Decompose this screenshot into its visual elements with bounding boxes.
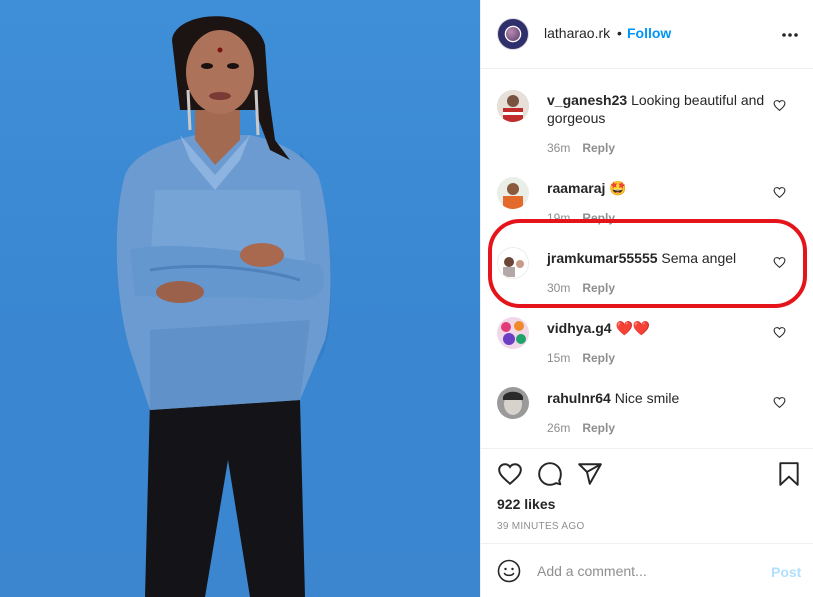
commenter-avatar-image [497, 317, 529, 349]
commenter-avatar[interactable] [497, 317, 529, 349]
likes-count[interactable]: 922 likes [497, 496, 555, 512]
comment-username[interactable]: jramkumar55555 [547, 250, 658, 266]
commenter-avatar-image [497, 177, 529, 209]
comment-body: Sema angel [661, 250, 737, 266]
commenter-avatar[interactable] [497, 177, 529, 209]
comment-input[interactable] [537, 561, 757, 581]
post-timestamp[interactable]: 39 MINUTES AGO [497, 521, 585, 532]
comment-time[interactable]: 26m [547, 421, 570, 435]
reply-button[interactable]: Reply [582, 351, 615, 365]
commenter-avatar-image [497, 387, 529, 419]
comment-meta: 15m Reply [547, 351, 615, 365]
woman-photo-illustration [116, 16, 331, 597]
comment-text-block: rahulnr64 Nice smile [547, 389, 767, 407]
header-separator: • [617, 25, 622, 41]
comment-like-heart-icon[interactable] [773, 396, 786, 409]
reply-button[interactable]: Reply [582, 421, 615, 435]
comment-meta: 26m Reply [547, 421, 615, 435]
reply-button[interactable]: Reply [582, 211, 615, 225]
comment-username[interactable]: raamaraj [547, 180, 605, 196]
comment-body: 🤩 [609, 180, 627, 196]
post-photo[interactable] [0, 0, 480, 597]
comment-text-block: raamaraj 🤩 [547, 179, 767, 197]
comment-meta: 36m Reply [547, 141, 615, 155]
comment-body: ❤️❤️ [615, 320, 651, 336]
comment-body: Nice smile [614, 390, 680, 406]
comment-text-block: v_ganesh23 Looking beautiful and gorgeou… [547, 91, 767, 127]
reply-button[interactable]: Reply [582, 141, 615, 155]
comment-username[interactable]: v_ganesh23 [547, 92, 627, 108]
commenter-avatar[interactable] [497, 387, 529, 419]
emoji-icon[interactable] [497, 559, 521, 583]
more-options-icon[interactable] [781, 26, 799, 44]
comment-like-heart-icon[interactable] [773, 99, 786, 112]
add-comment-bar: Post [481, 543, 813, 597]
comment-like-heart-icon[interactable] [773, 256, 786, 269]
comment-time[interactable]: 36m [547, 141, 570, 155]
comment-username[interactable]: rahulnr64 [547, 390, 611, 406]
author-username[interactable]: latharao.rk [544, 25, 610, 41]
comment-text-block: jramkumar55555 Sema angel [547, 249, 767, 267]
post-actions: 922 likes 39 MINUTES AGO [481, 448, 813, 543]
post-header: latharao.rk • Follow [481, 0, 813, 69]
comments-list[interactable]: v_ganesh23 Looking beautiful and gorgeou… [481, 70, 813, 448]
bookmark-icon[interactable] [776, 461, 802, 487]
comment-icon[interactable] [537, 461, 563, 487]
heart-icon[interactable] [497, 461, 523, 487]
comment-meta: 30m Reply [547, 281, 615, 295]
comment-time[interactable]: 15m [547, 351, 570, 365]
follow-button[interactable]: Follow [627, 25, 671, 41]
reply-button[interactable]: Reply [582, 281, 615, 295]
comment-text-block: vidhya.g4 ❤️❤️ [547, 319, 767, 337]
commenter-avatar-image [497, 90, 529, 122]
share-icon[interactable] [577, 461, 603, 487]
post-side-panel: latharao.rk • Follow v_ganesh23 Looking … [480, 0, 813, 597]
comment-time[interactable]: 30m [547, 281, 570, 295]
commenter-avatar[interactable] [497, 90, 529, 122]
comment-time[interactable]: 19m [547, 211, 570, 225]
post-comment-button[interactable]: Post [771, 564, 801, 580]
author-avatar[interactable] [497, 18, 529, 50]
comment-meta: 19m Reply [547, 211, 615, 225]
commenter-avatar-image [498, 248, 528, 278]
comment-like-heart-icon[interactable] [773, 326, 786, 339]
commenter-avatar[interactable] [497, 247, 529, 279]
comment-username[interactable]: vidhya.g4 [547, 320, 612, 336]
comment-like-heart-icon[interactable] [773, 186, 786, 199]
